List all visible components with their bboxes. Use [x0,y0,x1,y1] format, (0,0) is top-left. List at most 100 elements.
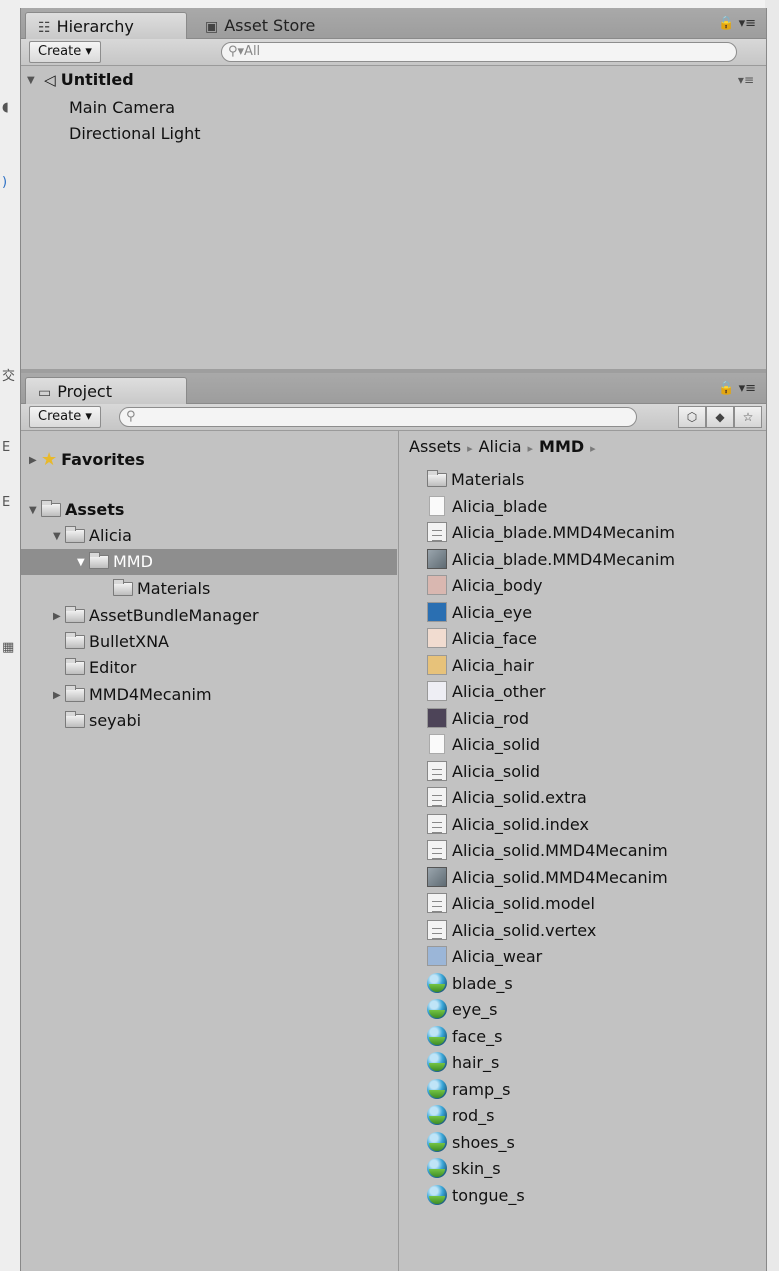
asset-item[interactable]: Materials [427,467,524,493]
project-tree: ▶ ★ Favorites ▼ Assets ▼ Alicia ▼ MMD Materials ▶ A… [21,431,397,1271]
background-window-edge: ◖ ) 交 E E ▦ [0,0,20,1271]
search-placeholder: All [244,44,261,59]
asset-item[interactable]: Alicia_solid.index [427,812,589,838]
folder-icon [65,658,85,675]
asset-item[interactable]: Alicia_solid.model [427,891,595,917]
store-icon: ▣ [205,19,219,35]
tree-item[interactable]: ▶ MMD4Mecanim [21,682,212,708]
tree-item-label: Favorites [61,450,145,469]
asset-item[interactable]: Alicia_solid [427,759,540,785]
asset-item[interactable]: face_s [427,1024,502,1050]
asset-item[interactable]: Alicia_blade.MMD4Mecanim [427,520,675,546]
breadcrumb-item-current[interactable]: MMD [539,437,584,456]
material-icon [427,1184,447,1205]
asset-item[interactable]: ramp_s [427,1077,510,1103]
background-fragment: E [2,440,11,455]
file-icon [429,734,445,754]
asset-list-pane: Assets ▸ Alicia ▸ MMD ▸ Materials Alicia_blade… [398,431,766,1271]
project-create-button[interactable]: Create ▾ [29,406,101,428]
asset-item[interactable]: Alicia_solid [427,732,540,758]
asset-item[interactable]: Alicia_solid.MMD4Mecanim [427,838,668,864]
folder-icon [427,470,447,487]
unity-logo-icon: ◁ [44,71,56,89]
asset-item[interactable]: eye_s [427,997,498,1023]
asset-item[interactable]: Alicia_body [427,573,542,599]
lock-menu-icon[interactable]: 🔒 ▾≡ [718,381,756,396]
texture-icon [427,628,447,648]
breadcrumb-item[interactable]: Alicia [479,437,522,456]
scene-menu-icon[interactable]: ▾≡ [738,68,754,92]
expand-arrow-icon[interactable]: ▼ [27,69,39,93]
tree-item[interactable]: ▶ ★ Favorites [21,447,145,473]
asset-item-label: Alicia_wear [452,947,543,966]
filter-by-label-icon[interactable]: ◆ [706,406,734,428]
hierarchy-item-directional-light[interactable]: Directional Light [21,122,766,146]
search-icon: ⚲▾ [228,44,245,59]
asset-item-label: Alicia_solid.extra [452,788,587,807]
asset-item-label: Alicia_solid.MMD4Mecanim [452,867,668,887]
asset-item[interactable]: Alicia_other [427,679,546,705]
prefab-icon [427,866,447,887]
collapse-arrow-icon[interactable]: ▶ [53,683,65,709]
asset-item[interactable]: skin_s [427,1156,501,1182]
tree-item[interactable]: BulletXNA [21,629,169,655]
asset-item-label: face_s [452,1026,503,1046]
asset-item[interactable]: tongue_s [427,1183,525,1209]
asset-item-label: Alicia_blade.MMD4Mecanim [452,549,675,569]
folder-icon: ▭ [38,385,52,401]
asset-item[interactable]: Alicia_wear [427,944,542,970]
tree-item[interactable]: Materials [21,576,210,602]
asset-item[interactable]: Alicia_solid.vertex [427,918,596,944]
asset-item[interactable]: Alicia_blade.MMD4Mecanim [427,547,675,573]
collapse-arrow-icon[interactable]: ▶ [53,604,65,630]
folder-icon [65,606,85,623]
collapse-arrow-icon[interactable]: ▶ [29,448,41,474]
asset-item[interactable]: blade_s [427,971,513,997]
asset-item[interactable]: Alicia_eye [427,600,532,626]
breadcrumb-separator-icon: ▸ [590,442,596,455]
asset-item[interactable]: shoes_s [427,1130,515,1156]
asset-item[interactable]: Alicia_hair [427,653,534,679]
tree-item[interactable]: ▼ Assets [21,497,124,523]
breadcrumb-separator-icon: ▸ [527,442,534,455]
expand-arrow-icon[interactable]: ▼ [77,550,89,576]
tree-item-label: Alicia [89,526,132,545]
background-fragment: ▦ [2,640,15,655]
tree-item[interactable]: Editor [21,655,136,681]
tree-item[interactable]: ▼ Alicia [21,523,132,549]
tree-item[interactable]: ▶ AssetBundleManager [21,603,259,629]
background-fragment: ) [2,175,8,190]
asset-item[interactable]: Alicia_blade [427,494,547,520]
tab-hierarchy[interactable]: ☷ Hierarchy [25,12,187,40]
asset-item-label: Alicia_blade [452,496,548,516]
scene-row[interactable]: ▼ ◁ Untitled ▾≡ [21,68,766,92]
project-search-input[interactable]: ⚲ [119,407,637,427]
tab-project[interactable]: ▭ Project [25,377,187,405]
text-file-icon [427,522,447,542]
hierarchy-create-button[interactable]: Create ▾ [29,41,101,63]
text-file-icon [427,787,447,807]
tree-item-label: Editor [89,658,137,677]
expand-arrow-icon[interactable]: ▼ [53,524,65,550]
asset-item-label: Alicia_solid.vertex [452,920,597,940]
hierarchy-search-input[interactable]: ⚲▾All [221,42,737,62]
asset-item[interactable]: Alicia_solid.extra [427,785,587,811]
asset-item[interactable]: hair_s [427,1050,499,1076]
asset-item-label: eye_s [452,1000,498,1019]
asset-item-label: hair_s [452,1053,500,1072]
tree-item[interactable]: ▼ MMD [21,549,397,575]
lock-menu-icon[interactable]: 🔒 ▾≡ [718,16,756,31]
filter-by-type-icon[interactable]: ⬡ [678,406,706,428]
tree-item[interactable]: seyabi [21,708,141,734]
asset-item[interactable]: Alicia_rod [427,706,529,732]
material-icon [427,1105,447,1125]
favorite-star-icon[interactable]: ☆ [734,406,762,428]
hierarchy-item-main-camera[interactable]: Main Camera [21,96,766,120]
expand-arrow-icon[interactable]: ▼ [29,498,41,524]
breadcrumb-item[interactable]: Assets [409,437,461,456]
texture-icon [427,707,447,728]
asset-item[interactable]: Alicia_face [427,626,537,652]
tab-asset-store[interactable]: ▣ Asset Store [193,12,327,39]
asset-item[interactable]: Alicia_solid.MMD4Mecanim [427,865,668,891]
asset-item[interactable]: rod_s [427,1103,495,1129]
